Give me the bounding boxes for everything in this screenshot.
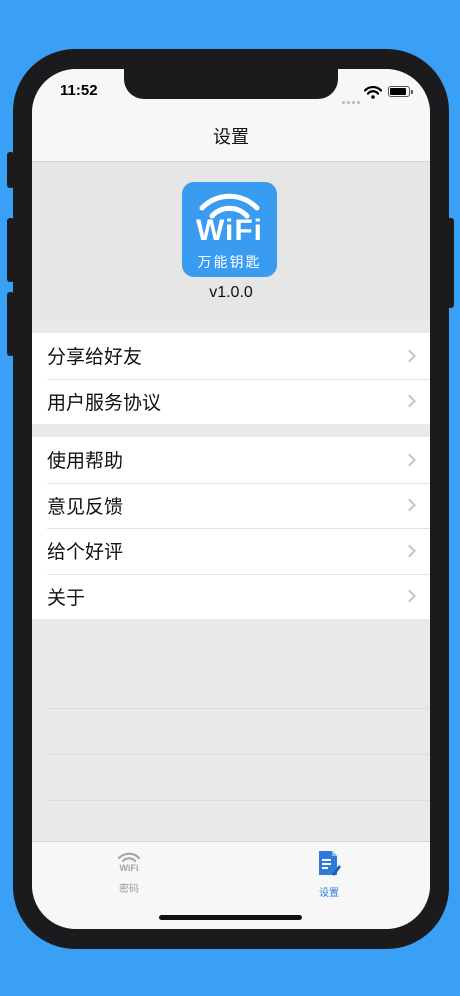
tab-settings[interactable]: 设置	[289, 850, 369, 899]
list-item-label: 用户服务协议	[47, 391, 162, 414]
app-logo: WiFi 万能钥匙	[182, 182, 277, 277]
list-item-user-agreement[interactable]: 用户服务协议	[32, 378, 430, 425]
status-time: 11:52	[60, 82, 98, 99]
navigation-bar: 设置	[32, 115, 430, 162]
volume-down-button	[7, 292, 14, 356]
chevron-right-icon	[403, 498, 416, 512]
chevron-right-icon	[403, 589, 416, 603]
list-item-label: 给个好评	[47, 541, 124, 564]
app-header: WiFi 万能钥匙 v1.0.0	[32, 162, 430, 320]
wifi-icon: WiFi	[118, 852, 140, 873]
volume-up-button	[7, 218, 14, 282]
home-indicator[interactable]	[159, 915, 302, 920]
wifi-status-icon	[363, 84, 383, 103]
app-logo-text: WiFi	[195, 214, 264, 247]
tab-password[interactable]: WiFi 密码	[89, 850, 169, 895]
signal-icon	[342, 89, 362, 108]
list-item-label: 关于	[47, 586, 86, 609]
tab-password-label: 密码	[119, 884, 139, 895]
list-item-about[interactable]: 关于	[32, 573, 430, 620]
app-logo-subtext: 万能钥匙	[197, 255, 262, 271]
tab-settings-label: 设置	[319, 888, 339, 899]
settings-group-share: 分享给好友 用户服务协议	[32, 333, 430, 424]
chevron-right-icon	[403, 349, 416, 363]
page-title: 设置	[213, 127, 249, 148]
chevron-right-icon	[403, 544, 416, 558]
settings-group-help: 使用帮助 意见反馈 给个好评 关于	[32, 437, 430, 619]
list-item-help[interactable]: 使用帮助	[32, 437, 430, 483]
power-button	[447, 218, 454, 308]
list-item-label: 使用帮助	[47, 450, 124, 473]
screen: 11:52 设置 WiFi 万能钥匙 v1.0.0 分享给好友 用户服务协议 使…	[32, 69, 430, 929]
battery-icon	[388, 86, 413, 97]
app-version: v1.0.0	[209, 284, 253, 301]
list-item-rate[interactable]: 给个好评	[32, 528, 430, 574]
svg-text:WiFi: WiFi	[120, 863, 139, 872]
document-edit-icon	[319, 851, 341, 876]
tab-bar: WiFi 密码 设置	[32, 841, 430, 929]
mute-switch	[7, 152, 14, 188]
list-item-share[interactable]: 分享给好友	[32, 333, 430, 379]
notch	[124, 69, 338, 99]
list-item-label: 意见反馈	[47, 495, 124, 518]
list-item-label: 分享给好友	[47, 346, 143, 369]
empty-separator-lines	[47, 663, 430, 847]
list-item-feedback[interactable]: 意见反馈	[32, 482, 430, 529]
chevron-right-icon	[403, 453, 416, 467]
chevron-right-icon	[403, 394, 416, 408]
